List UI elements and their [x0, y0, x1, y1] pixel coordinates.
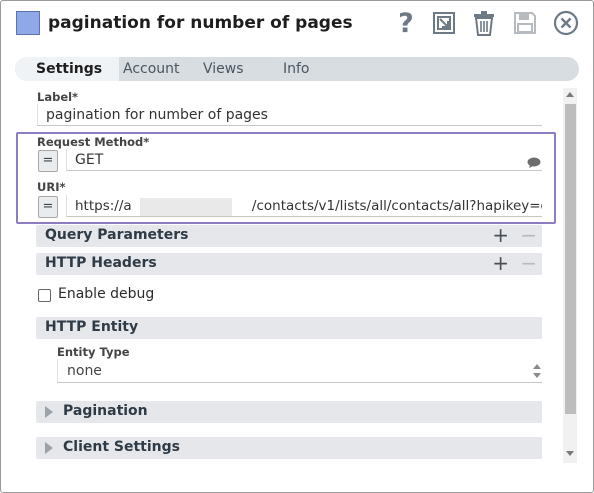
- tab-settings[interactable]: Settings: [15, 57, 119, 81]
- query-parameters-title: Query Parameters: [45, 227, 189, 243]
- close-icon[interactable]: [552, 9, 580, 37]
- label-input[interactable]: pagination for number of pages: [37, 104, 542, 126]
- pagination-section[interactable]: Pagination: [36, 401, 542, 423]
- expand-caret-icon[interactable]: [45, 406, 53, 418]
- delete-icon[interactable]: [470, 9, 498, 37]
- http-entity-title: HTTP Entity: [45, 319, 139, 335]
- expand-caret-icon[interactable]: [45, 442, 53, 454]
- save-icon[interactable]: [511, 9, 539, 37]
- uri-expression-button[interactable]: =: [38, 196, 58, 218]
- http-entity-section[interactable]: HTTP Entity: [36, 317, 542, 339]
- request-method-input[interactable]: GET: [66, 149, 542, 171]
- enable-debug-label[interactable]: Enable debug: [58, 286, 154, 302]
- query-parameters-section[interactable]: Query Parameters + −: [36, 223, 542, 247]
- snap-color-swatch: [16, 11, 40, 35]
- http-headers-title: HTTP Headers: [45, 255, 157, 271]
- add-query-parameter-icon[interactable]: +: [492, 223, 509, 247]
- entity-type-label: Entity Type: [57, 345, 130, 359]
- help-icon[interactable]: ?: [392, 8, 420, 39]
- dialog-title: pagination for number of pages: [48, 13, 353, 33]
- tab-views[interactable]: Views: [203, 57, 244, 81]
- remove-http-header-icon[interactable]: −: [520, 251, 537, 275]
- label-field-label: Label*: [37, 90, 79, 104]
- tab-bar: Settings Account Views Info: [15, 57, 579, 81]
- scroll-down-arrow-icon[interactable]: [566, 451, 574, 456]
- pagination-title: Pagination: [63, 403, 148, 419]
- uri-input[interactable]: https://a /contacts/v1/lists/all/contact…: [66, 195, 542, 217]
- tab-account[interactable]: Account: [123, 57, 180, 81]
- uri-label: URI*: [37, 180, 66, 194]
- request-method-value: GET: [75, 152, 104, 168]
- export-icon[interactable]: [430, 9, 458, 37]
- entity-type-select[interactable]: none: [57, 359, 542, 383]
- enable-debug-checkbox[interactable]: [38, 289, 51, 302]
- request-method-label: Request Method*: [37, 135, 150, 149]
- http-headers-section[interactable]: HTTP Headers + −: [36, 251, 542, 275]
- request-method-expression-button[interactable]: =: [38, 150, 58, 172]
- redacted-block: [140, 198, 232, 216]
- remove-query-parameter-icon[interactable]: −: [520, 223, 537, 247]
- select-updown-icon: [533, 364, 541, 378]
- entity-type-value: none: [67, 363, 102, 379]
- scroll-up-arrow-icon[interactable]: [566, 92, 574, 97]
- scrollbar-thumb[interactable]: [565, 104, 576, 414]
- client-settings-section[interactable]: Client Settings: [36, 437, 542, 459]
- add-http-header-icon[interactable]: +: [492, 251, 509, 275]
- comment-icon[interactable]: [527, 154, 541, 173]
- tab-info[interactable]: Info: [283, 57, 310, 81]
- client-settings-title: Client Settings: [63, 439, 180, 455]
